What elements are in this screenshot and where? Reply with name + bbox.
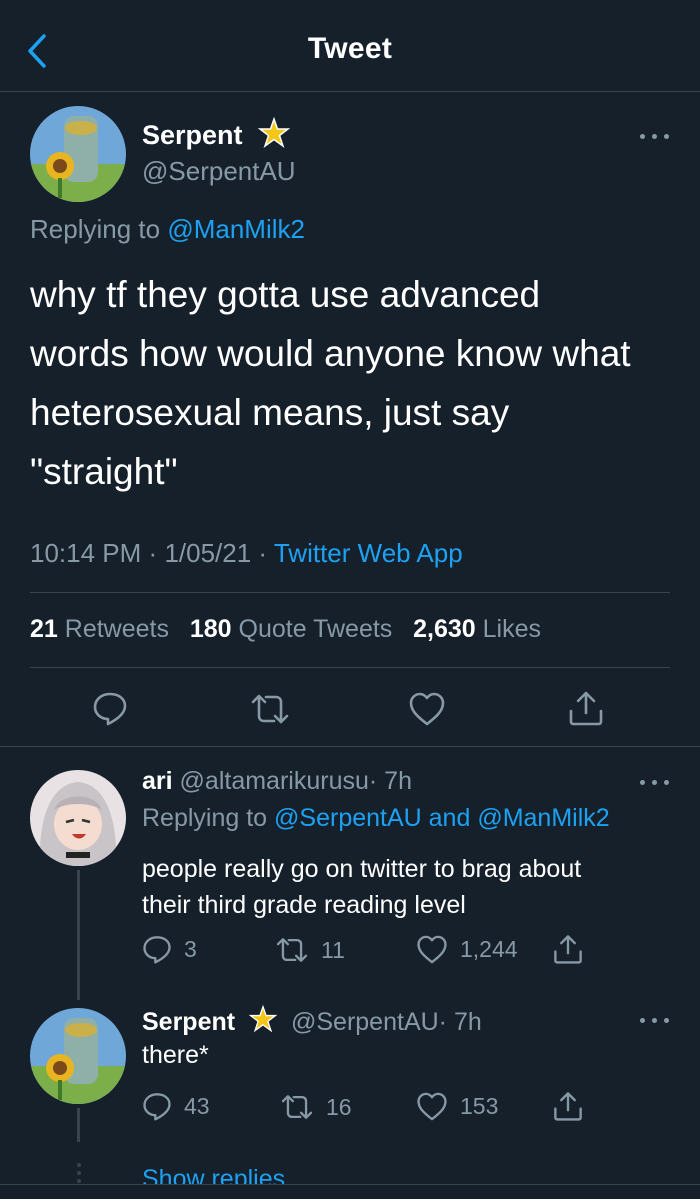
replying-to: Replying to @ManMilk2 [30, 214, 305, 245]
heart-icon [417, 935, 447, 964]
replying-label: Replying to [30, 214, 161, 244]
reply-icon [143, 936, 171, 964]
divider [30, 667, 670, 668]
separator: · [148, 538, 158, 568]
show-replies-link[interactable]: Show replies [142, 1164, 285, 1184]
top-bar: Tweet [0, 0, 700, 92]
reply-text: people really go on twitter to brag abou… [142, 851, 581, 923]
retweet-icon [281, 1095, 313, 1119]
retweet-count: 16 [326, 1093, 352, 1120]
avatar-image [30, 1008, 126, 1104]
avatar[interactable] [30, 770, 126, 866]
retweet-icon [251, 694, 289, 724]
thread-dots [76, 1162, 82, 1184]
tweet-text-line: heterosexual means, just say [30, 392, 510, 433]
share-button[interactable] [552, 1090, 584, 1122]
reply-header: ari @altamarikurusu· 7h [142, 767, 412, 796]
share-icon [554, 935, 582, 964]
more-options-button[interactable] [638, 126, 672, 146]
likes-label: Likes [482, 615, 542, 643]
share-button[interactable] [567, 689, 605, 727]
retweets-label: Retweets [64, 615, 169, 643]
author-name[interactable]: ari [142, 767, 173, 795]
author-name[interactable]: Serpent [142, 1008, 235, 1036]
reply-time: · 7h [368, 767, 412, 795]
author-handle[interactable]: @altamarikurusu [180, 767, 369, 795]
reply-text: there* [142, 1041, 209, 1069]
reply-button[interactable]: 43 [142, 1091, 210, 1121]
like-button[interactable]: 153 [416, 1092, 498, 1121]
replying-and: and [428, 804, 471, 832]
author-name[interactable]: Serpent [142, 120, 243, 151]
replying-to-link[interactable]: @ManMilk2 [477, 804, 609, 832]
avatar-image [30, 770, 126, 866]
retweets-stat[interactable]: 21 Retweets [30, 615, 169, 643]
divider [0, 1184, 700, 1185]
replying-to-link[interactable]: @ManMilk2 [167, 214, 305, 244]
more-options-button[interactable] [638, 1010, 672, 1030]
verified-star-icon [248, 1004, 278, 1033]
like-count: 1,244 [460, 936, 518, 962]
reply-button[interactable] [92, 690, 128, 726]
author-handle[interactable]: @SerpentAU [291, 1008, 439, 1036]
retweet-count: 11 [321, 936, 345, 963]
reply-text-line: their third grade reading level [142, 891, 466, 919]
avatar[interactable] [30, 106, 126, 202]
like-button[interactable]: 1,244 [416, 935, 518, 964]
retweets-count: 21 [30, 615, 58, 643]
reply-icon [93, 692, 127, 726]
quotes-stat[interactable]: 180 Quote Tweets [190, 615, 392, 643]
likes-stat[interactable]: 2,630 Likes [413, 615, 541, 643]
retweet-button[interactable] [250, 692, 290, 726]
share-icon [554, 1092, 582, 1121]
avatar-image [30, 106, 126, 202]
likes-count: 2,630 [413, 615, 476, 643]
tweet-text-line: "straight" [30, 451, 178, 492]
reply-button[interactable]: 3 [142, 934, 197, 964]
replying-to-link[interactable]: @SerpentAU [274, 804, 422, 832]
avatar[interactable] [30, 1008, 126, 1104]
author-handle[interactable]: @SerpentAU [142, 156, 296, 187]
reply-time: · 7h [438, 1008, 482, 1036]
like-button[interactable] [408, 692, 446, 726]
verified-star-icon [257, 117, 291, 148]
thread-line [77, 870, 80, 1000]
divider [30, 592, 670, 593]
reply-count: 43 [184, 1092, 210, 1119]
divider [0, 746, 700, 747]
replying-label: Replying to [142, 804, 268, 832]
show-replies-clip: Show replies [142, 1160, 442, 1184]
retweet-button[interactable]: 11 [275, 936, 345, 964]
share-button[interactable] [552, 933, 584, 965]
retweet-icon [276, 938, 308, 962]
tweet-stats: 21 Retweets 180 Quote Tweets 2,630 Likes [30, 615, 541, 644]
quotes-count: 180 [189, 615, 232, 643]
tweet-source[interactable]: Twitter Web App [274, 538, 463, 568]
tweet-meta: 10:14 PM · 1/05/21 · Twitter Web App [30, 538, 463, 569]
share-icon [569, 691, 603, 726]
page-title: Tweet [307, 32, 393, 65]
reply-text-line: people really go on twitter to brag abou… [142, 855, 582, 883]
heart-icon [417, 1092, 447, 1121]
replying-to: Replying to @SerpentAU and @ManMilk2 [142, 804, 610, 833]
tweet-date: 1/05/21 [164, 538, 252, 568]
ellipsis-vertical-icon [77, 1163, 81, 1183]
tweet-time: 10:14 PM [30, 538, 142, 568]
like-count: 153 [460, 1093, 499, 1119]
quotes-label: Quote Tweets [238, 615, 393, 643]
reply-icon [143, 1093, 171, 1121]
separator: · [258, 538, 268, 568]
tweet-text: why tf they gotta use advanced words how… [30, 265, 631, 501]
retweet-button[interactable]: 16 [280, 1093, 352, 1121]
reply-count: 3 [184, 935, 197, 962]
thread-line [77, 1108, 80, 1142]
heart-icon [409, 692, 445, 726]
tweet-text-line: why tf they gotta use advanced [30, 274, 541, 315]
more-options-button[interactable] [638, 772, 672, 792]
reply-header: Serpent @SerpentAU· 7h [142, 1004, 482, 1037]
tweet-text-line: words how would anyone know what [30, 333, 631, 374]
